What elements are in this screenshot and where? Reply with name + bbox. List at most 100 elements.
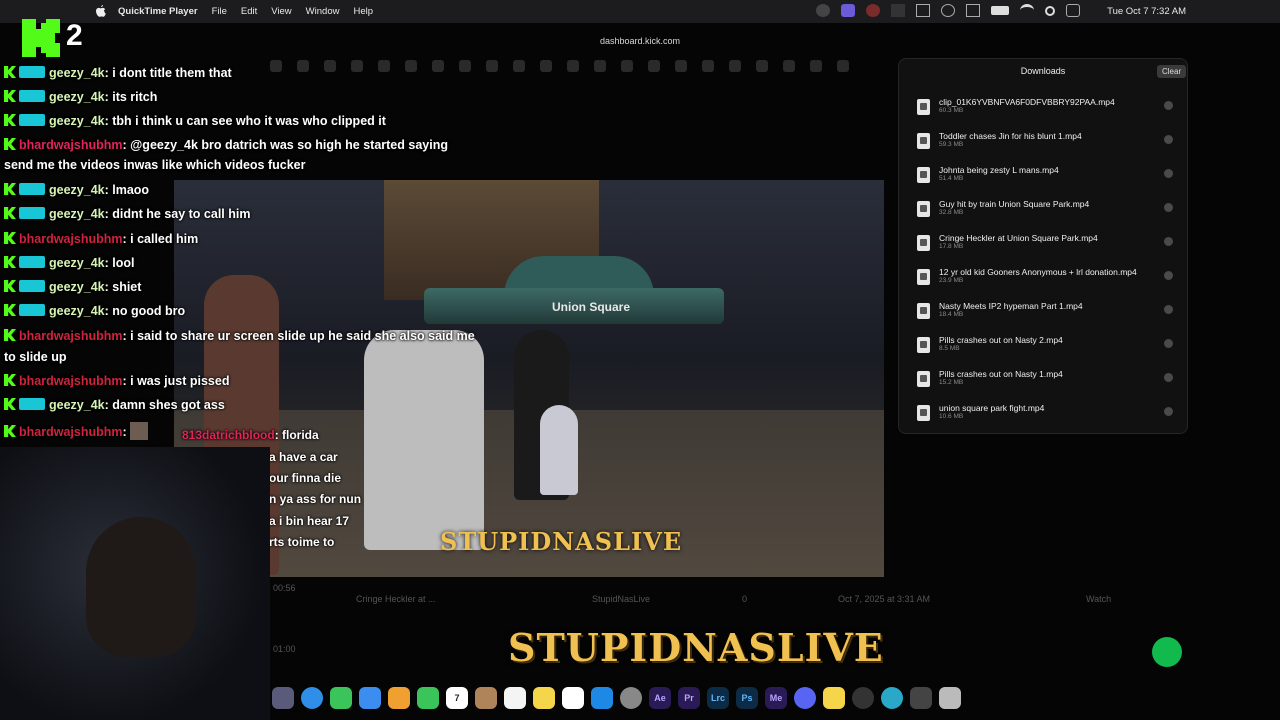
download-item[interactable]: union square park fight.mp4 10.6 MB bbox=[917, 403, 1177, 433]
bookmark-icon[interactable] bbox=[756, 60, 768, 72]
menu-file[interactable]: File bbox=[212, 6, 227, 17]
chat-username[interactable]: geezy_4k bbox=[49, 183, 105, 197]
reveal-in-finder-icon[interactable] bbox=[1164, 135, 1173, 144]
menu-app-name[interactable]: QuickTime Player bbox=[118, 6, 198, 17]
bookmark-icon[interactable] bbox=[513, 60, 525, 72]
bookmark-icon[interactable] bbox=[702, 60, 714, 72]
download-item[interactable]: Nasty Meets IP2 hypeman Part 1.mp4 18.4 M… bbox=[917, 301, 1177, 331]
reminders-icon[interactable] bbox=[504, 687, 526, 709]
battery-icon[interactable] bbox=[991, 6, 1009, 15]
trash-icon[interactable] bbox=[939, 687, 961, 709]
screen-record-icon[interactable] bbox=[841, 4, 855, 17]
download-item[interactable]: Toddler chases Jin for his blunt 1.mp4 59… bbox=[917, 131, 1177, 161]
search-icon[interactable] bbox=[1045, 5, 1055, 16]
menu-view[interactable]: View bbox=[271, 6, 291, 17]
bookmark-icon[interactable] bbox=[297, 60, 309, 72]
headset-icon[interactable] bbox=[816, 4, 830, 17]
menu-window[interactable]: Window bbox=[306, 6, 340, 17]
wifi-icon[interactable] bbox=[1020, 4, 1034, 17]
bookmark-icon[interactable] bbox=[783, 60, 795, 72]
after-effects-icon[interactable]: Ae bbox=[649, 687, 671, 709]
bookmark-icon[interactable] bbox=[486, 60, 498, 72]
dropbox-icon[interactable] bbox=[891, 4, 905, 17]
premiere-icon[interactable]: Pr bbox=[678, 687, 700, 709]
download-item[interactable]: Cringe Heckler at Union Square Park.mp4 1… bbox=[917, 233, 1177, 263]
reveal-in-finder-icon[interactable] bbox=[1164, 407, 1173, 416]
notes-icon[interactable] bbox=[533, 687, 555, 709]
bookmark-icon[interactable] bbox=[459, 60, 471, 72]
media-encoder-icon[interactable]: Me bbox=[765, 687, 787, 709]
lightroom-icon[interactable]: Lrc bbox=[707, 687, 729, 709]
chat-username[interactable]: geezy_4k bbox=[49, 256, 105, 270]
discord-icon[interactable] bbox=[794, 687, 816, 709]
bookmark-icon[interactable] bbox=[567, 60, 579, 72]
chat-username[interactable]: geezy_4k bbox=[49, 66, 105, 80]
menu-help[interactable]: Help bbox=[353, 6, 373, 17]
download-item[interactable]: Pills crashes out on Nasty 2.mp4 8.5 MB bbox=[917, 335, 1177, 365]
chat-username[interactable]: bhardwajshubhm bbox=[19, 374, 122, 388]
photoshop-icon[interactable]: Ps bbox=[736, 687, 758, 709]
reveal-in-finder-icon[interactable] bbox=[1164, 305, 1173, 314]
creative-cloud-icon[interactable] bbox=[866, 4, 880, 17]
bookmark-icon[interactable] bbox=[270, 60, 282, 72]
bookmark-icon[interactable] bbox=[324, 60, 336, 72]
reveal-in-finder-icon[interactable] bbox=[1164, 271, 1173, 280]
bookmark-icon[interactable] bbox=[540, 60, 552, 72]
photos-icon[interactable] bbox=[388, 687, 410, 709]
launchpad-icon[interactable] bbox=[272, 687, 294, 709]
finder-icon[interactable] bbox=[475, 687, 497, 709]
chat-username[interactable]: bhardwajshubhm bbox=[19, 138, 122, 152]
download-item[interactable]: Pills crashes out on Nasty 1.mp4 15.2 MB bbox=[917, 369, 1177, 399]
bookmark-icon[interactable] bbox=[594, 60, 606, 72]
downloads-stack-icon[interactable] bbox=[910, 687, 932, 709]
browser-icon[interactable] bbox=[881, 687, 903, 709]
download-item[interactable]: Guy hit by train Union Square Park.mp4 32… bbox=[917, 199, 1177, 229]
play-icon[interactable] bbox=[941, 4, 955, 17]
bookmark-icon[interactable] bbox=[405, 60, 417, 72]
freeform-icon[interactable] bbox=[562, 687, 584, 709]
bookmark-icon[interactable] bbox=[837, 60, 849, 72]
facetime-icon[interactable] bbox=[417, 687, 439, 709]
screen-tool-icon[interactable] bbox=[852, 687, 874, 709]
settings-icon[interactable] bbox=[620, 687, 642, 709]
download-item[interactable]: Johnta being zesty L mans.mp4 51.4 MB bbox=[917, 165, 1177, 195]
chat-username[interactable]: bhardwajshubhm bbox=[19, 329, 122, 343]
caption-icon[interactable] bbox=[916, 4, 930, 17]
clip-table-row[interactable]: 00:56 Cringe Heckler at ... StupidNasLiv… bbox=[270, 583, 1170, 654]
clear-downloads-button[interactable]: Clear bbox=[1157, 65, 1187, 78]
reveal-in-finder-icon[interactable] bbox=[1164, 373, 1173, 382]
watch-button[interactable]: Watch bbox=[1086, 594, 1111, 604]
download-item[interactable]: 12 yr old kid Gooners Anonymous + lrl do… bbox=[917, 267, 1177, 297]
bookmark-icon[interactable] bbox=[810, 60, 822, 72]
mail-icon[interactable] bbox=[359, 687, 381, 709]
menu-edit[interactable]: Edit bbox=[241, 6, 257, 17]
bookmark-icon[interactable] bbox=[378, 60, 390, 72]
bookmark-icon[interactable] bbox=[351, 60, 363, 72]
calendar-icon[interactable]: 7 bbox=[446, 687, 468, 709]
app-store-icon[interactable] bbox=[591, 687, 613, 709]
reveal-in-finder-icon[interactable] bbox=[1164, 169, 1173, 178]
reveal-in-finder-icon[interactable] bbox=[1164, 101, 1173, 110]
chat-username[interactable]: geezy_4k bbox=[49, 114, 105, 128]
reveal-in-finder-icon[interactable] bbox=[1164, 203, 1173, 212]
bookmark-icon[interactable] bbox=[432, 60, 444, 72]
chat-username[interactable]: bhardwajshubhm bbox=[19, 232, 122, 246]
safari-icon[interactable] bbox=[301, 687, 323, 709]
bookmark-icon[interactable] bbox=[675, 60, 687, 72]
chat-username[interactable]: 813datrichblood bbox=[182, 428, 275, 442]
notes-folder-icon[interactable] bbox=[823, 687, 845, 709]
chat-username[interactable]: geezy_4k bbox=[49, 304, 105, 318]
chat-username[interactable]: geezy_4k bbox=[49, 280, 105, 294]
menubar-clock[interactable]: Tue Oct 7 7:32 AM bbox=[1107, 6, 1186, 17]
chat-username[interactable]: geezy_4k bbox=[49, 398, 105, 412]
apple-icon[interactable] bbox=[96, 5, 106, 17]
reveal-in-finder-icon[interactable] bbox=[1164, 237, 1173, 246]
download-item[interactable]: clip_01K6YVBNFVA6F0DFVBBRY92PAA.mp4 60.3 … bbox=[917, 97, 1177, 127]
bookmark-icon[interactable] bbox=[621, 60, 633, 72]
support-chat-icon[interactable] bbox=[1152, 637, 1182, 667]
bookmark-icon[interactable] bbox=[648, 60, 660, 72]
bookmark-icon[interactable] bbox=[729, 60, 741, 72]
messages-icon[interactable] bbox=[330, 687, 352, 709]
mirror-icon[interactable] bbox=[966, 4, 980, 17]
reveal-in-finder-icon[interactable] bbox=[1164, 339, 1173, 348]
